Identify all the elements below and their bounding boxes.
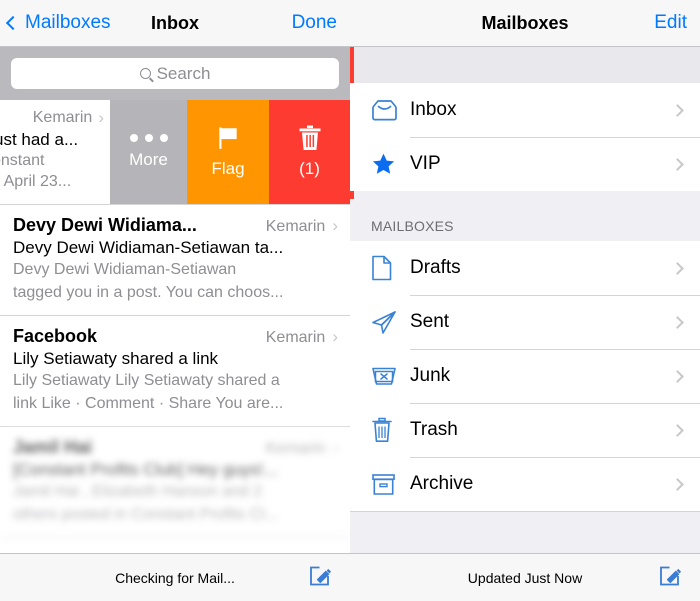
swiped-email-preview-2: s April 23... bbox=[0, 173, 72, 190]
archive-box-icon bbox=[371, 473, 410, 496]
mailbox-item-trash[interactable]: Trash bbox=[350, 403, 700, 457]
compose-button[interactable] bbox=[308, 563, 332, 592]
mailbox-item-vip[interactable]: VIP bbox=[350, 137, 700, 191]
mailboxes-section-header: MAILBOXES bbox=[350, 191, 700, 241]
swiped-email-row: Kemarin › ust had a... onstant s April 2… bbox=[0, 100, 350, 205]
chevron-right-icon bbox=[671, 423, 684, 437]
mailboxes-title: Mailboxes bbox=[481, 12, 569, 33]
email-preview-line-1: Lily Setiawaty Lily Setiawaty shared a bbox=[13, 372, 280, 389]
document-icon bbox=[371, 255, 410, 281]
accounts-group: Inbox VIP bbox=[350, 83, 700, 191]
chevron-right-icon bbox=[671, 477, 684, 491]
mailbox-item-junk[interactable]: Junk bbox=[350, 349, 700, 403]
mailbox-item-inbox[interactable]: Inbox bbox=[350, 83, 700, 137]
more-label: More bbox=[129, 150, 168, 169]
email-preview-line-2: link Like · Comment · Share You are... bbox=[13, 395, 284, 412]
ios-mail-split-view: Mailboxes Inbox Done Search Kemarin › us… bbox=[0, 0, 700, 601]
email-list-item[interactable]: Facebook Kemarin › Lily Setiawaty shared… bbox=[0, 316, 350, 427]
paper-plane-icon bbox=[371, 310, 410, 335]
compose-icon bbox=[310, 566, 332, 585]
mailboxes-navigation-bar: Mailboxes Edit bbox=[350, 0, 700, 47]
inbox-tray-icon bbox=[371, 99, 410, 121]
list-top-spacer bbox=[350, 47, 700, 83]
star-icon bbox=[371, 152, 410, 176]
email-preview-line-1: Devy Dewi Widiaman-Setiawan bbox=[13, 261, 237, 278]
search-input[interactable]: Search bbox=[11, 58, 339, 89]
swiped-email-subject: ust had a... bbox=[0, 130, 79, 149]
email-subject: [Constant Profits Club] Hey guys!... bbox=[13, 460, 278, 479]
inbox-navigation-bar: Mailboxes Inbox Done bbox=[0, 0, 350, 47]
mailbox-item-sent[interactable]: Sent bbox=[350, 295, 700, 349]
chevron-right-icon bbox=[671, 369, 684, 383]
inbox-status-text: Checking for Mail... bbox=[115, 569, 235, 586]
mailbox-label: Archive bbox=[410, 473, 474, 494]
mailboxes-group: Drafts Sent Junk Trash Archive bbox=[350, 241, 700, 511]
trash-icon bbox=[371, 417, 410, 443]
mailbox-label: Sent bbox=[410, 311, 450, 332]
email-preview-line-1: Jamil Hai , Elizabeth Hanson and 2 bbox=[13, 483, 263, 500]
chevron-right-icon: › bbox=[332, 438, 338, 457]
ellipsis-icon bbox=[129, 134, 168, 142]
chevron-right-icon bbox=[671, 315, 684, 329]
delete-count-label: (1) bbox=[299, 159, 320, 178]
email-subject: Lily Setiawaty shared a link bbox=[13, 349, 219, 368]
swiped-email-preview-1: onstant bbox=[0, 152, 45, 169]
mailboxes-pane: Mailboxes Edit Inbox VIP MAILBOXES Draft… bbox=[350, 0, 700, 553]
search-placeholder: Search bbox=[156, 63, 211, 83]
flag-icon bbox=[219, 127, 237, 149]
inbox-toolbar: Checking for Mail... bbox=[0, 554, 350, 601]
email-sender: Devy Dewi Widiama... bbox=[13, 215, 197, 235]
mailboxes-status-text: Updated Just Now bbox=[467, 569, 583, 586]
mailbox-label: Drafts bbox=[410, 257, 461, 278]
email-subject: Devy Dewi Widiaman-Setiawan ta... bbox=[13, 238, 284, 257]
more-swipe-action-button[interactable]: More bbox=[110, 100, 187, 204]
email-preview-line-2: others posted in Constant Profits Cl... bbox=[13, 506, 279, 523]
email-preview-line-2: tagged you in a post. You can choos... bbox=[13, 284, 284, 301]
email-date: Kemarin bbox=[265, 440, 326, 457]
chevron-right-icon bbox=[671, 261, 684, 275]
search-bar-container: Search bbox=[0, 47, 350, 100]
email-list-item[interactable]: Jamil Hai Kemarin › [Constant Profits Cl… bbox=[0, 427, 350, 538]
flag-label: Flag bbox=[211, 159, 245, 178]
junk-bin-icon bbox=[371, 365, 410, 387]
mailbox-label: Junk bbox=[410, 365, 451, 386]
mailbox-item-archive[interactable]: Archive bbox=[350, 457, 700, 511]
flag-swipe-action-button[interactable]: Flag bbox=[187, 100, 269, 204]
mailbox-label: Inbox bbox=[410, 99, 457, 120]
compose-icon bbox=[660, 566, 682, 585]
delete-swipe-action-button[interactable]: (1) bbox=[269, 100, 350, 204]
swiped-email-date: Kemarin bbox=[32, 109, 93, 126]
chevron-right-icon bbox=[671, 103, 684, 117]
chevron-right-icon: › bbox=[332, 327, 338, 346]
list-bottom-spacer bbox=[350, 511, 700, 553]
email-date: Kemarin bbox=[265, 329, 326, 346]
trash-icon bbox=[299, 125, 320, 150]
chevron-right-icon: › bbox=[98, 108, 104, 127]
compose-button[interactable] bbox=[658, 563, 682, 592]
done-button[interactable]: Done bbox=[292, 12, 337, 34]
mailbox-label: Trash bbox=[410, 419, 458, 440]
mailbox-item-drafts[interactable]: Drafts bbox=[350, 241, 700, 295]
inbox-pane: Mailboxes Inbox Done Search Kemarin › us… bbox=[0, 0, 350, 553]
swiped-email-content[interactable]: Kemarin › ust had a... onstant s April 2… bbox=[0, 100, 110, 204]
email-date: Kemarin bbox=[265, 218, 326, 235]
mailbox-label: VIP bbox=[410, 153, 441, 174]
email-sender: Jamil Hai bbox=[13, 437, 93, 457]
chevron-right-icon: › bbox=[332, 216, 338, 235]
email-list-item[interactable]: Devy Dewi Widiama... Kemarin › Devy Dewi… bbox=[0, 205, 350, 316]
bottom-toolbar: Checking for Mail... Updated Just Now bbox=[0, 553, 700, 601]
mailboxes-toolbar: Updated Just Now bbox=[350, 554, 700, 601]
email-sender: Facebook bbox=[13, 326, 98, 346]
search-icon bbox=[139, 68, 151, 79]
chevron-right-icon bbox=[671, 157, 684, 171]
edit-button[interactable]: Edit bbox=[654, 12, 687, 34]
